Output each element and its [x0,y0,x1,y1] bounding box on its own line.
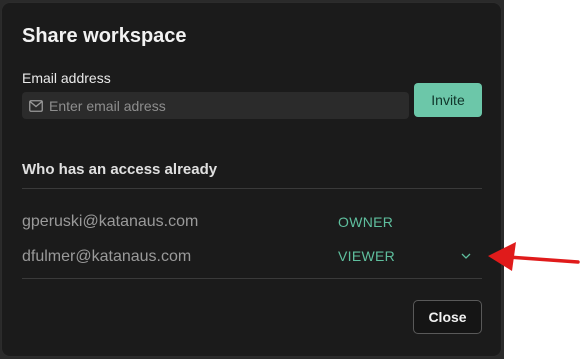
email-input[interactable] [49,97,409,114]
email-field[interactable] [22,92,409,119]
member-role-owner: OWNER [338,214,394,230]
chevron-down-icon[interactable] [460,251,472,261]
member-email: gperuski@katanaus.com [22,213,199,230]
divider [22,188,482,189]
red-arrow-icon [488,242,580,271]
invite-button[interactable]: Invite [414,83,482,117]
access-list-heading: Who has an access already [22,161,218,178]
close-button[interactable]: Close [413,300,482,334]
email-address-label: Email address [22,70,111,86]
share-workspace-dialog: Share workspace Email address Invite Who… [2,3,501,356]
member-email: dfulmer@katanaus.com [22,248,192,265]
divider [22,278,482,279]
member-role-viewer[interactable]: VIEWER [338,248,395,264]
mail-icon [29,99,43,112]
dialog-title: Share workspace [22,25,187,47]
